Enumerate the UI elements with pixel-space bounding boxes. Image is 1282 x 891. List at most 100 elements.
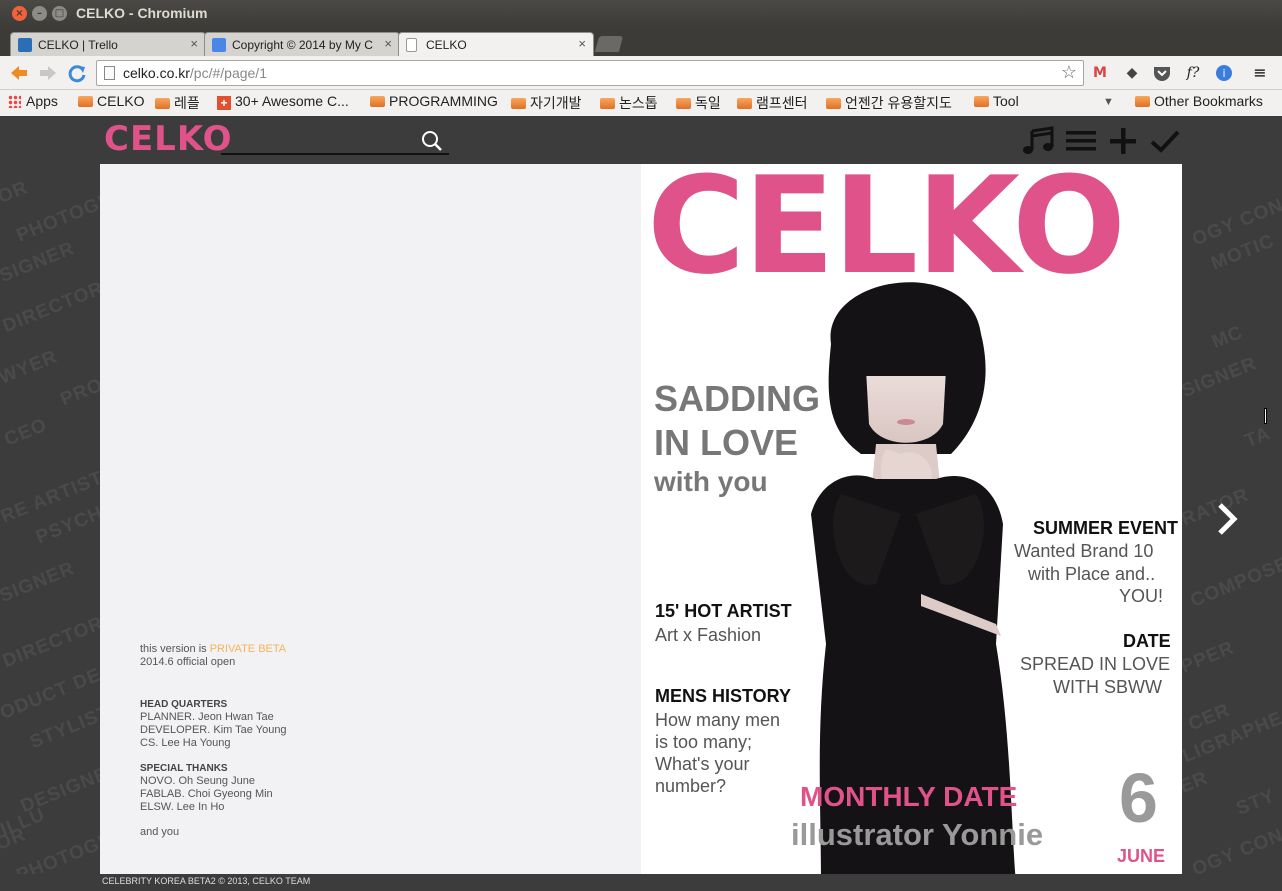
credit-line: DEVELOPER. Kim Tae Young [140,724,287,736]
bookmark-celko[interactable]: CELKO [78,93,144,109]
evernote-icon[interactable]: ◆ [1122,63,1142,83]
bookmark-germany[interactable]: 독일 [676,93,721,113]
bookmark-label: 30+ Awesome C... [235,93,349,109]
bookmark-label: 레플 [174,95,200,111]
background-word: CEO [1,414,51,451]
bookmark-awesome[interactable]: +30+ Awesome C... [217,93,349,110]
fquestion-extension[interactable]: f? [1183,63,1203,83]
left-page: this version is PRIVATE BETA 2014.6 offi… [100,164,641,874]
window-titlebar: × – □ CELKO - Chromium [0,0,1282,28]
tab-close-icon[interactable]: × [384,36,392,51]
celko-site: OR PHOTOGR SIGNER DIRECTOR WYER PRO CEO RE ARTI… [0,117,1282,891]
menu-icon[interactable]: ≡ [1250,63,1270,83]
bookmark-someday-useful[interactable]: 언젠간 유용할지도 [826,93,952,113]
next-page-chevron-icon[interactable] [1212,499,1242,539]
background-word: STY [1233,785,1279,820]
background-word: OR [0,177,32,208]
background-word: SIGNER [0,238,78,288]
bookmark-star-icon[interactable]: ☆ [1061,62,1077,83]
issue-month: JUNE [1117,846,1166,866]
background-word: MC [1209,321,1247,354]
bookmark-repl[interactable]: 레플 [155,93,200,113]
site-footer: CELEBRITY KOREA BETA2 © 2013, CELKO TEAM [0,874,1282,891]
mens-history-title: MENS HISTORY [655,686,792,706]
magazine-cover[interactable]: CELKO SADDING IN LOVE with you SUMMER EV… [641,164,1182,874]
background-word: WYER [0,346,61,389]
illustrator-credit: illustrator Yonnie [791,817,1044,852]
folder-icon [600,98,615,109]
bookmark-lamp-center[interactable]: 램프센터 [737,93,808,113]
bookmarks-overflow-chevron-icon[interactable]: ▼ [1103,96,1114,108]
google-icon [212,38,226,52]
background-word: COMPOSE [1187,553,1282,612]
window-maximize-button[interactable]: □ [52,6,67,21]
date-line: SPREAD IN LOVE [1020,654,1171,674]
folder-icon [826,98,841,109]
mens-history-line: How many men [655,710,781,730]
summer-event-line: Wanted Brand 10 [1014,541,1154,561]
add-icon[interactable] [1106,125,1140,157]
music-icon[interactable] [1022,125,1056,157]
folder-icon [676,98,691,109]
credit-line: FABLAB. Choi Gyeong Min [140,788,273,800]
reload-icon[interactable] [66,62,88,84]
tab-copyright[interactable]: Copyright © 2014 by My C × [204,32,400,56]
pocket-icon[interactable] [1152,63,1172,83]
url-text[interactable]: celko.co.kr/pc/#/page/1 [123,65,267,81]
bookmark-label: 램프센터 [756,95,808,111]
search-icon[interactable] [420,129,444,153]
headline-line-1: SADDING [654,378,821,419]
background-word: DIRECTOR [0,277,107,338]
site-logo[interactable]: CELKO [104,119,233,159]
bookmark-apps[interactable]: Apps [8,93,58,109]
site-header: CELKO [0,117,1282,164]
bookmark-tool[interactable]: Tool [974,93,1019,109]
back-icon[interactable] [8,62,30,84]
mouse-cursor [1264,408,1267,424]
plus-icon: + [217,96,231,110]
gmail-icon[interactable]: M [1090,63,1110,83]
forward-icon[interactable] [37,62,59,84]
folder-icon [974,96,989,107]
private-beta-label: PRIVATE BETA [209,643,287,655]
extension-badge-icon[interactable]: i [1214,63,1234,83]
tab-label: Copyright © 2014 by My C [232,38,373,52]
bookmark-label: 논스톱 [619,95,658,111]
hot-artist-title: 15' HOT ARTIST [655,601,792,621]
tab-label: CELKO [426,38,467,52]
thanks-heading: SPECIAL THANKS [140,763,228,774]
tab-celko[interactable]: CELKO × [398,32,594,56]
background-word: TA [1241,422,1274,453]
bookmarks-bar: Apps CELKO 레플 +30+ Awesome C... PROGRAMM… [0,90,1282,116]
bookmark-other[interactable]: Other Bookmarks [1135,93,1263,109]
bookmark-programming[interactable]: PROGRAMMING [370,93,498,109]
bookmark-label: Tool [993,93,1019,109]
headline-line-2: IN LOVE [654,422,799,463]
folder-icon [511,98,526,109]
head-quarters: HEAD QUARTERS PLANNER. Jeon Hwan Tae DEV… [140,698,287,750]
apps-icon [8,95,21,108]
mens-history-line: number? [655,776,727,796]
search-input[interactable] [221,153,449,155]
tab-trello[interactable]: CELKO | Trello × [10,32,206,56]
version-info: this version is PRIVATE BETA 2014.6 offi… [140,643,286,669]
window-minimize-button[interactable]: – [32,6,47,21]
issue-number: 6 [1119,759,1158,837]
monthly-date-title: MONTHLY DATE [800,781,1018,812]
tab-close-icon[interactable]: × [578,36,586,51]
window-close-button[interactable]: × [12,6,27,21]
window-title: CELKO - Chromium [76,5,208,21]
page-icon [104,66,115,80]
bookmark-nonstop[interactable]: 논스톱 [600,93,658,113]
hot-artist-subtitle: Art x Fashion [655,625,762,645]
check-icon[interactable] [1148,125,1182,157]
headline-line-3: with you [654,466,768,497]
new-tab-button[interactable] [594,36,624,52]
tab-close-icon[interactable]: × [190,36,198,51]
mens-history-line: What's your [655,754,750,774]
bookmark-self-dev[interactable]: 자기개발 [511,93,582,113]
hq-heading: HEAD QUARTERS [140,699,228,710]
summer-event-line: YOU! [1119,586,1164,606]
address-bar[interactable]: celko.co.kr/pc/#/page/1 ☆ [96,60,1084,86]
menu-icon[interactable] [1064,125,1098,157]
